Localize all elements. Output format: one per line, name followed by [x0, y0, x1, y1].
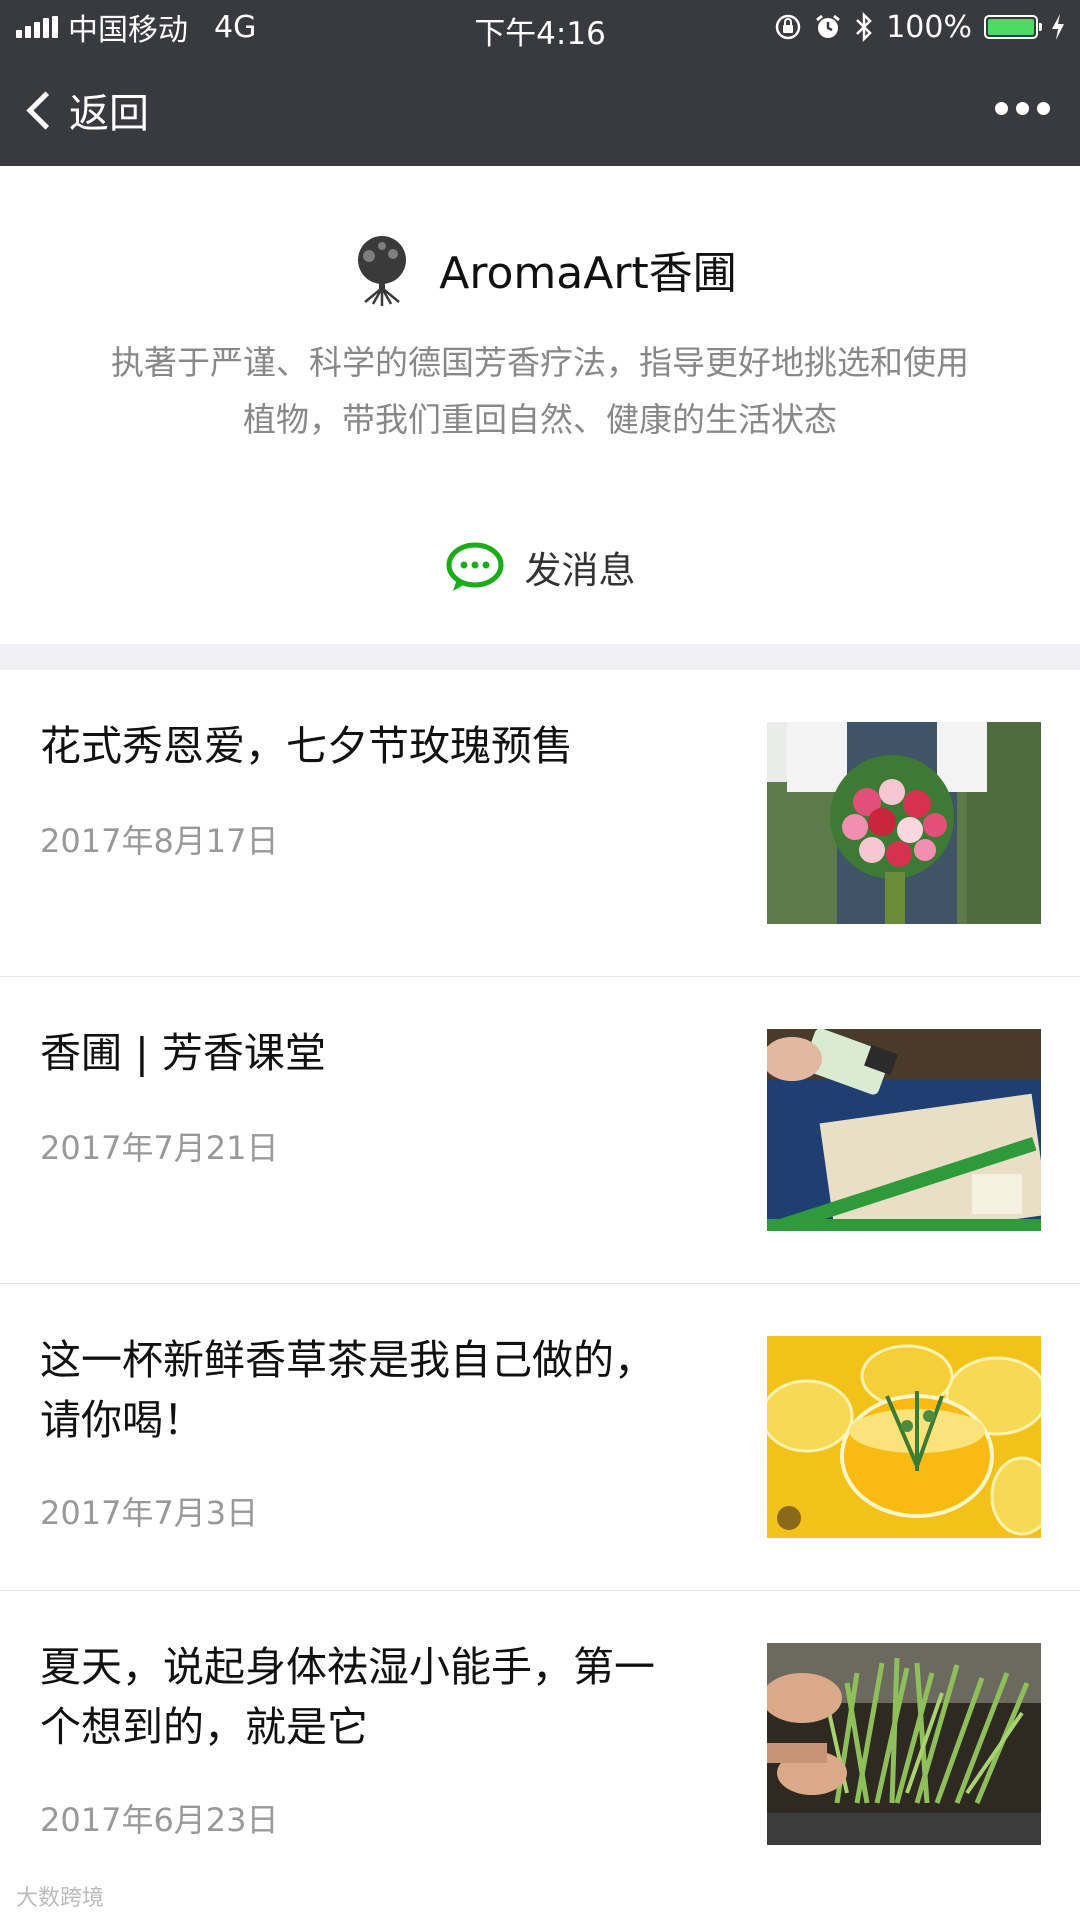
article-item[interactable]: 香圃 | 芳香课堂 2017年7月21日 — [0, 977, 1080, 1283]
article-thumbnail-oil — [767, 1029, 1041, 1231]
article-date: 2017年7月21日 — [40, 1129, 279, 1167]
more-icon[interactable] — [995, 102, 1050, 115]
article-title-line: 花式秀恩爱，七夕节玫瑰预售 — [40, 722, 573, 770]
tree-logo-icon — [344, 231, 421, 307]
chat-bubble-icon — [446, 542, 503, 591]
nav-bar: 返回 — [0, 54, 1080, 166]
bluetooth-icon — [856, 12, 872, 42]
article-date: 2017年6月23日 — [40, 1801, 279, 1839]
article-title: 这一杯新鲜香草茶是我自己做的， 请你喝！ — [40, 1330, 720, 1450]
article-title-line: 香圃 | 芳香课堂 — [40, 1029, 326, 1077]
top-bar: 中国移动 4G 下午4:16 100% 返回 — [0, 0, 1080, 166]
back-button[interactable]: 返回 — [24, 80, 149, 140]
article-title-line: 夏天，说起身体祛湿小能手，第一 — [40, 1643, 655, 1691]
account-header: AromaArt香圃 执著于严谨、科学的德国芳香疗法，指导更好地挑选和使用 植物… — [0, 166, 1080, 500]
article-title: 花式秀恩爱，七夕节玫瑰预售 — [40, 716, 720, 776]
article-date: 2017年7月3日 — [40, 1494, 259, 1532]
back-label: 返回 — [69, 91, 149, 137]
send-message-label: 发消息 — [524, 549, 636, 592]
article-thumbnail-roses — [767, 722, 1041, 924]
article-title-line: 个想到的，就是它 — [40, 1703, 368, 1751]
chevron-left-icon — [26, 90, 65, 130]
article-title-line: 请你喝！ — [40, 1396, 204, 1444]
charging-icon — [1052, 14, 1064, 40]
article-title: 夏天，说起身体祛湿小能手，第一 个想到的，就是它 — [40, 1637, 720, 1757]
article-thumbnail-tea — [767, 1336, 1041, 1538]
battery-percent: 100% — [886, 9, 972, 45]
watermark: 大数跨境 — [16, 1886, 105, 1911]
article-date: 2017年8月17日 — [40, 822, 279, 860]
article-item[interactable]: 夏天，说起身体祛湿小能手，第一 个想到的，就是它 2017年6月23日 — [0, 1591, 1080, 1897]
orientation-lock-icon — [775, 14, 801, 40]
article-thumbnail-herb — [767, 1643, 1041, 1845]
section-gap — [0, 644, 1080, 670]
account-name: AromaArt香圃 — [439, 248, 737, 299]
article-item[interactable]: 花式秀恩爱，七夕节玫瑰预售 2017年8月17日 — [0, 670, 1080, 976]
alarm-icon — [816, 14, 841, 38]
status-bar: 中国移动 4G 下午4:16 100% — [0, 0, 1080, 54]
article-title-line: 这一杯新鲜香草茶是我自己做的， — [40, 1336, 655, 1384]
battery-icon — [984, 15, 1042, 39]
account-description: 执著于严谨、科学的德国芳香疗法，指导更好地挑选和使用 植物，带我们重回自然、健康… — [50, 334, 1030, 448]
article-title: 香圃 | 芳香课堂 — [40, 1023, 720, 1083]
description-line-2: 植物，带我们重回自然、健康的生活状态 — [243, 400, 837, 439]
send-message-button[interactable]: 发消息 — [0, 500, 1080, 644]
article-item[interactable]: 这一杯新鲜香草茶是我自己做的， 请你喝！ 2017年7月3日 — [0, 1284, 1080, 1590]
description-line-1: 执著于严谨、科学的德国芳香疗法，指导更好地挑选和使用 — [111, 343, 969, 382]
